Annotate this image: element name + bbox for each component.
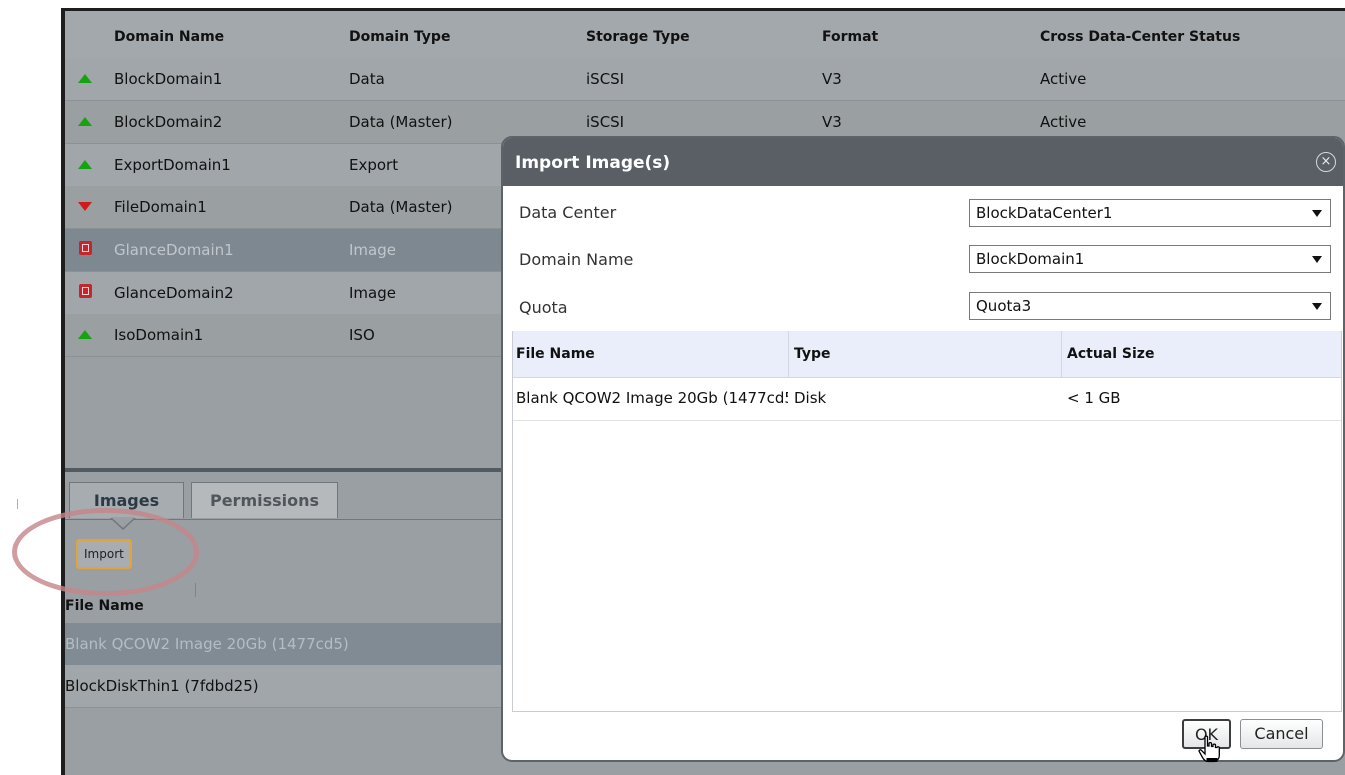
annotation-highlight-ring [12,508,199,596]
actual-size: < 1 GB [1067,389,1121,407]
storage-type: iSCSI [586,113,625,131]
domain-name: BlockDomain2 [114,113,223,131]
col-header-file-name[interactable]: File Name [516,346,595,362]
col-header-format[interactable]: Format [822,29,878,45]
domain-name: FileDomain1 [114,198,207,216]
cross-dc-status: Active [1040,70,1087,88]
status-up-icon [78,117,92,126]
domain-name: IsoDomain1 [114,326,204,344]
quota-value: Quota3 [976,297,1032,315]
hand-cursor-icon [1198,735,1220,763]
column-separator[interactable] [1061,331,1062,377]
chevron-down-icon [1312,256,1322,263]
tab-permissions[interactable]: Permissions [191,482,338,518]
column-resize-handle[interactable] [195,583,196,597]
image-file-name: Blank QCOW2 Image 20Gb (1477cd5) [65,635,349,653]
domain-type: Export [349,156,399,174]
data-center-label: Data Center [519,203,617,222]
domain-type: Data (Master) [349,113,453,131]
domain-name: GlanceDomain1 [114,241,234,259]
cross-dc-status: Active [1040,113,1087,131]
close-icon[interactable]: × [1316,152,1336,172]
file-name: Blank QCOW2 Image 20Gb (1477cd5) [516,389,788,407]
domain-name: GlanceDomain2 [114,284,234,302]
domain-table-header: Domain Name Domain Type Storage Type For… [65,11,1345,59]
annotation-mark [17,499,18,509]
chevron-down-icon [1312,210,1322,217]
domain-name: BlockDomain1 [114,70,223,88]
status-up-icon [78,330,92,339]
domain-name-label: Domain Name [519,250,634,269]
col-header-cross-dc-status[interactable]: Cross Data-Center Status [1040,29,1240,45]
domain-type: ISO [349,326,375,344]
dialog-title: Import Image(s) [515,153,671,173]
col-header-storage-type[interactable]: Storage Type [586,29,690,45]
col-header-domain-type[interactable]: Domain Type [349,29,450,45]
format: V3 [822,70,842,88]
format: V3 [822,113,842,131]
col-header-actual-size[interactable]: Actual Size [1067,346,1154,362]
domain-name: ExportDomain1 [114,156,231,174]
quota-select[interactable]: Quota3 [969,292,1331,320]
domain-type: Image [349,284,396,302]
status-down-icon [78,202,92,211]
import-file-table: File Name Type Actual Size Blank QCOW2 I… [512,331,1342,712]
file-type: Disk [794,389,827,407]
domain-name-value: BlockDomain1 [976,250,1085,268]
column-separator[interactable] [788,331,789,377]
col-header-file-name[interactable]: File Name [65,598,144,614]
storage-domains-panel: Domain Name Domain Type Storage Type For… [61,8,1345,775]
cancel-button[interactable]: Cancel [1240,719,1323,749]
domain-name-select[interactable]: BlockDomain1 [969,245,1331,273]
file-table-row[interactable]: Blank QCOW2 Image 20Gb (1477cd5) Disk < … [513,378,1341,421]
storage-type: iSCSI [586,70,625,88]
domain-row[interactable]: BlockDomain1 Data iSCSI V3 Active [65,58,1345,101]
col-header-domain-name[interactable]: Domain Name [114,29,224,45]
status-locked-icon [79,284,92,298]
data-center-select[interactable]: BlockDataCenter1 [969,199,1331,227]
status-up-icon [78,74,92,83]
quota-label: Quota [519,298,568,317]
data-center-value: BlockDataCenter1 [976,204,1113,222]
file-table-header: File Name Type Actual Size [513,331,1341,378]
status-up-icon [78,160,92,169]
chevron-down-icon [1312,303,1322,310]
image-file-name: BlockDiskThin1 (7fdbd25) [65,677,259,695]
status-locked-icon [79,241,92,255]
dialog-titlebar[interactable]: Import Image(s) × [503,138,1343,186]
col-header-type[interactable]: Type [794,346,831,362]
domain-type: Data (Master) [349,198,453,216]
domain-type: Data [349,70,385,88]
domain-type: Image [349,241,396,259]
import-images-dialog: Import Image(s) × Data Center BlockDataC… [501,136,1345,762]
